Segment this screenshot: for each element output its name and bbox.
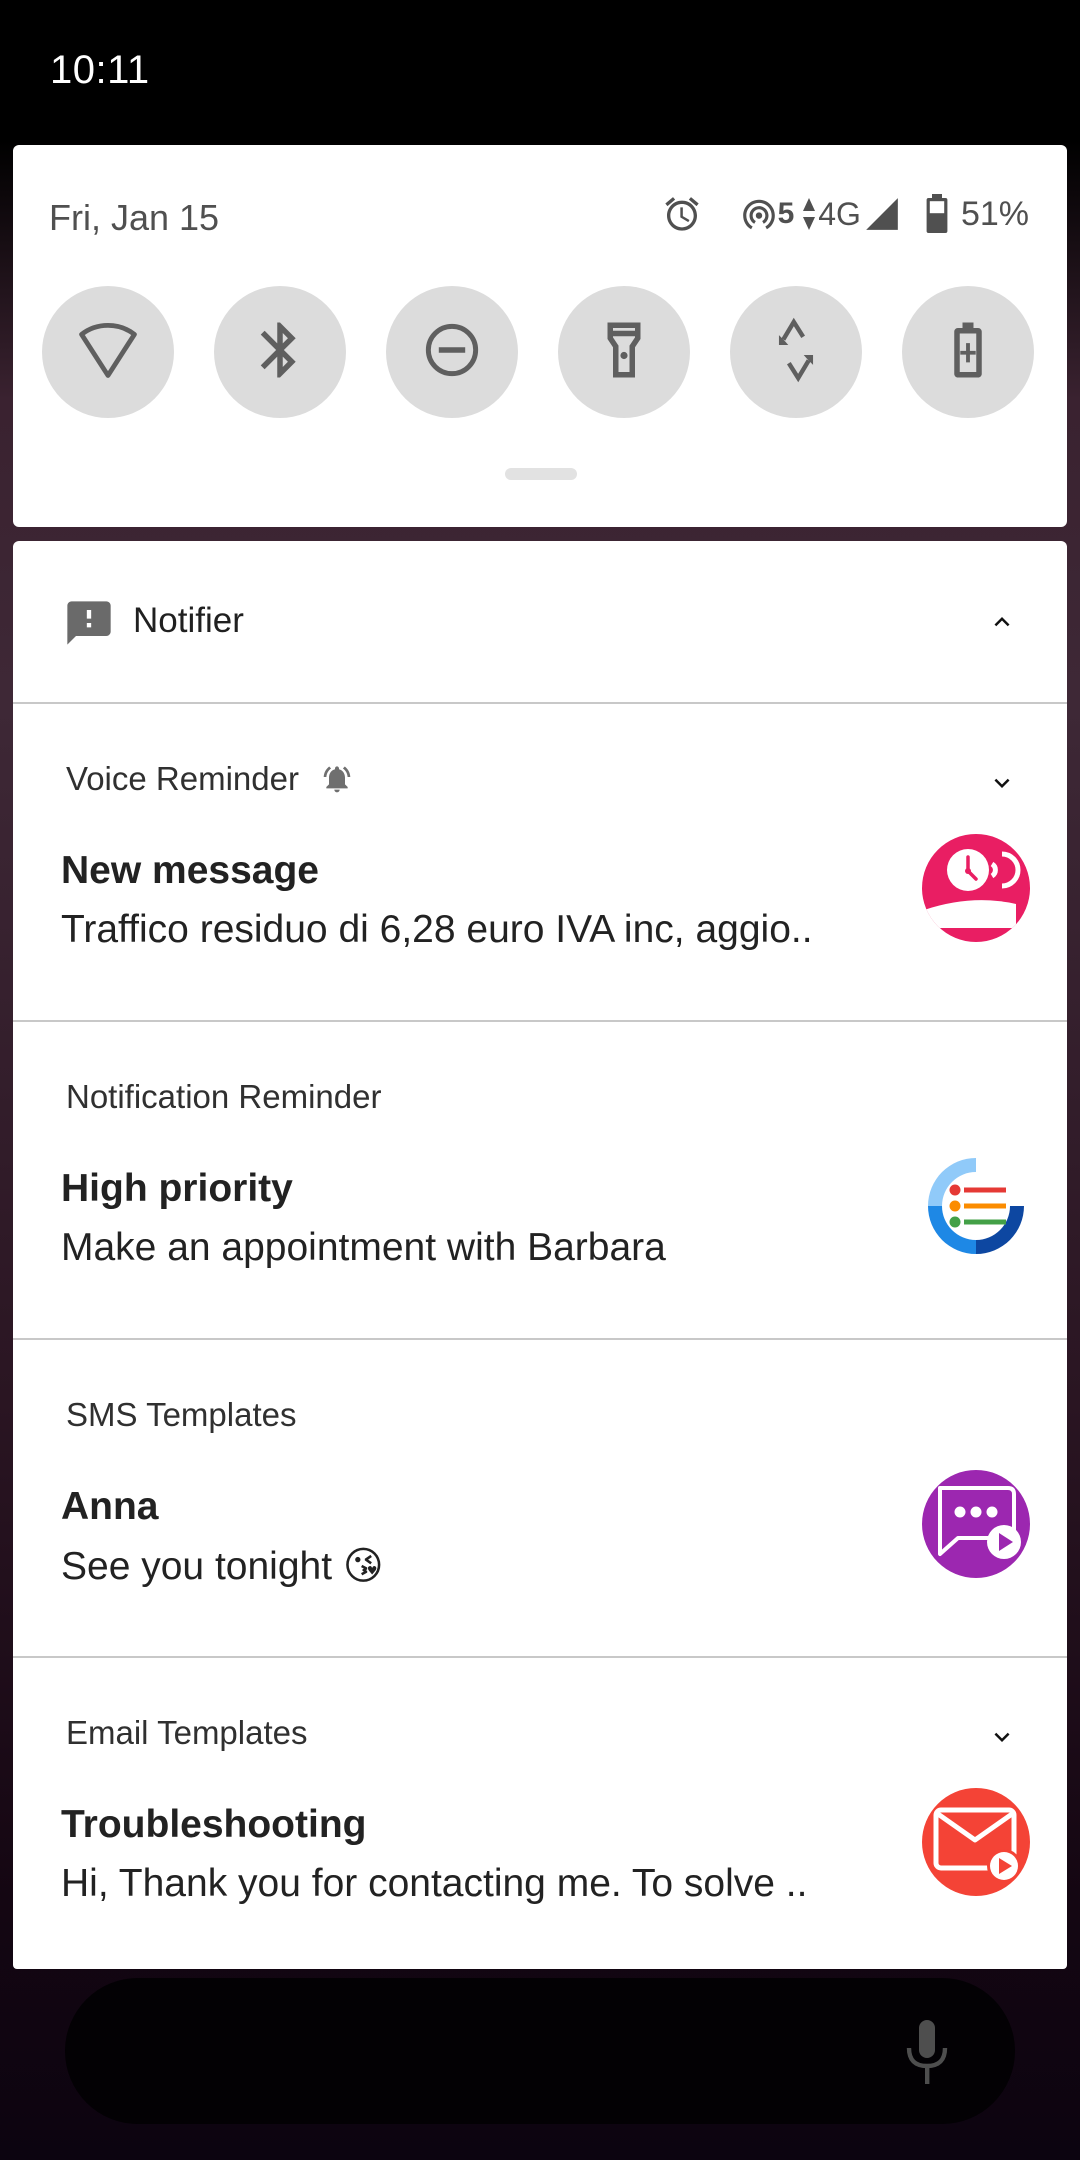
auto-rotate-icon — [763, 317, 829, 388]
battery-percent: 51% — [960, 194, 1029, 233]
alert-bell-icon — [321, 763, 353, 795]
search-bar[interactable] — [65, 1978, 1015, 2124]
expand-chevron-icon[interactable] — [987, 1722, 1017, 1757]
status-bar: 10:11 — [0, 0, 1080, 140]
battery-saver-icon — [935, 317, 1001, 388]
qs-date[interactable]: Fri, Jan 15 — [49, 197, 219, 239]
app-name-text: SMS Templates — [66, 1396, 297, 1433]
notification-app-name: Voice Reminder — [66, 760, 353, 798]
notification-text: Make an appointment with Barbara — [61, 1226, 666, 1269]
tile-auto-rotate[interactable] — [730, 286, 862, 418]
mic-icon[interactable] — [905, 2020, 949, 2089]
group-app-label: Notifier — [133, 601, 244, 640]
notification-app-name: Email Templates — [66, 1714, 308, 1752]
notification-group-card: Notifier Voice Reminder New message Traf… — [13, 541, 1067, 1969]
notification-voice-reminder[interactable]: Voice Reminder New message Traffico resi… — [13, 704, 1067, 1020]
hotspot-icon — [740, 195, 778, 233]
alarm-icon — [662, 194, 702, 234]
tile-battery-saver[interactable] — [902, 286, 1034, 418]
tile-do-not-disturb[interactable] — [386, 286, 518, 418]
tile-bluetooth[interactable] — [214, 286, 346, 418]
tile-flashlight[interactable] — [558, 286, 690, 418]
qs-drag-handle[interactable] — [505, 468, 577, 480]
notification-title: Anna — [61, 1485, 159, 1528]
notification-sms-templates[interactable]: SMS Templates Anna See you tonight 😘 — [13, 1340, 1067, 1656]
hotspot-count: 5 — [777, 197, 795, 230]
voice-reminder-app-icon — [922, 834, 1030, 942]
notification-text: Hi, Thank you for contacting me. To solv… — [61, 1862, 808, 1905]
notification-group-header[interactable]: Notifier — [13, 541, 1067, 703]
quick-settings-tiles — [13, 286, 1067, 418]
battery-icon — [925, 194, 949, 234]
cell-signal-icon — [863, 195, 901, 233]
email-templates-app-icon — [922, 1788, 1030, 1896]
status-time: 10:11 — [50, 48, 150, 92]
notification-email-templates[interactable]: Email Templates Troubleshooting Hi, Than… — [13, 1658, 1067, 1969]
data-arrows-icon — [802, 197, 816, 231]
flashlight-icon — [591, 317, 657, 388]
notification-title: Troubleshooting — [61, 1803, 367, 1846]
notification-text: Traffico residuo di 6,28 euro IVA inc, a… — [61, 908, 813, 951]
bluetooth-icon — [247, 317, 313, 388]
notification-reminder-app-icon — [922, 1152, 1030, 1260]
qs-status-icons: 5 4G 51% — [662, 191, 1029, 237]
app-name-text: Voice Reminder — [66, 760, 299, 797]
sms-templates-app-icon — [922, 1470, 1030, 1578]
app-name-text: Email Templates — [66, 1714, 308, 1751]
notification-app-name: Notification Reminder — [66, 1078, 381, 1116]
notification-text: See you tonight 😘 — [61, 1545, 384, 1588]
app-name-text: Notification Reminder — [66, 1078, 382, 1115]
notification-title: New message — [61, 849, 319, 892]
notification-app-name: SMS Templates — [66, 1396, 296, 1434]
collapse-chevron-icon[interactable] — [987, 607, 1017, 642]
expand-chevron-icon[interactable] — [987, 768, 1017, 803]
network-type: 4G — [818, 195, 861, 232]
tile-wifi[interactable] — [42, 286, 174, 418]
feedback-icon — [63, 597, 115, 654]
notification-notification-reminder[interactable]: Notification Reminder High priority Make… — [13, 1022, 1067, 1338]
wifi-icon — [72, 314, 144, 391]
quick-settings-panel: Fri, Jan 15 5 4G 51% — [13, 145, 1067, 527]
do-not-disturb-icon — [419, 317, 485, 388]
notification-title: High priority — [61, 1167, 293, 1210]
